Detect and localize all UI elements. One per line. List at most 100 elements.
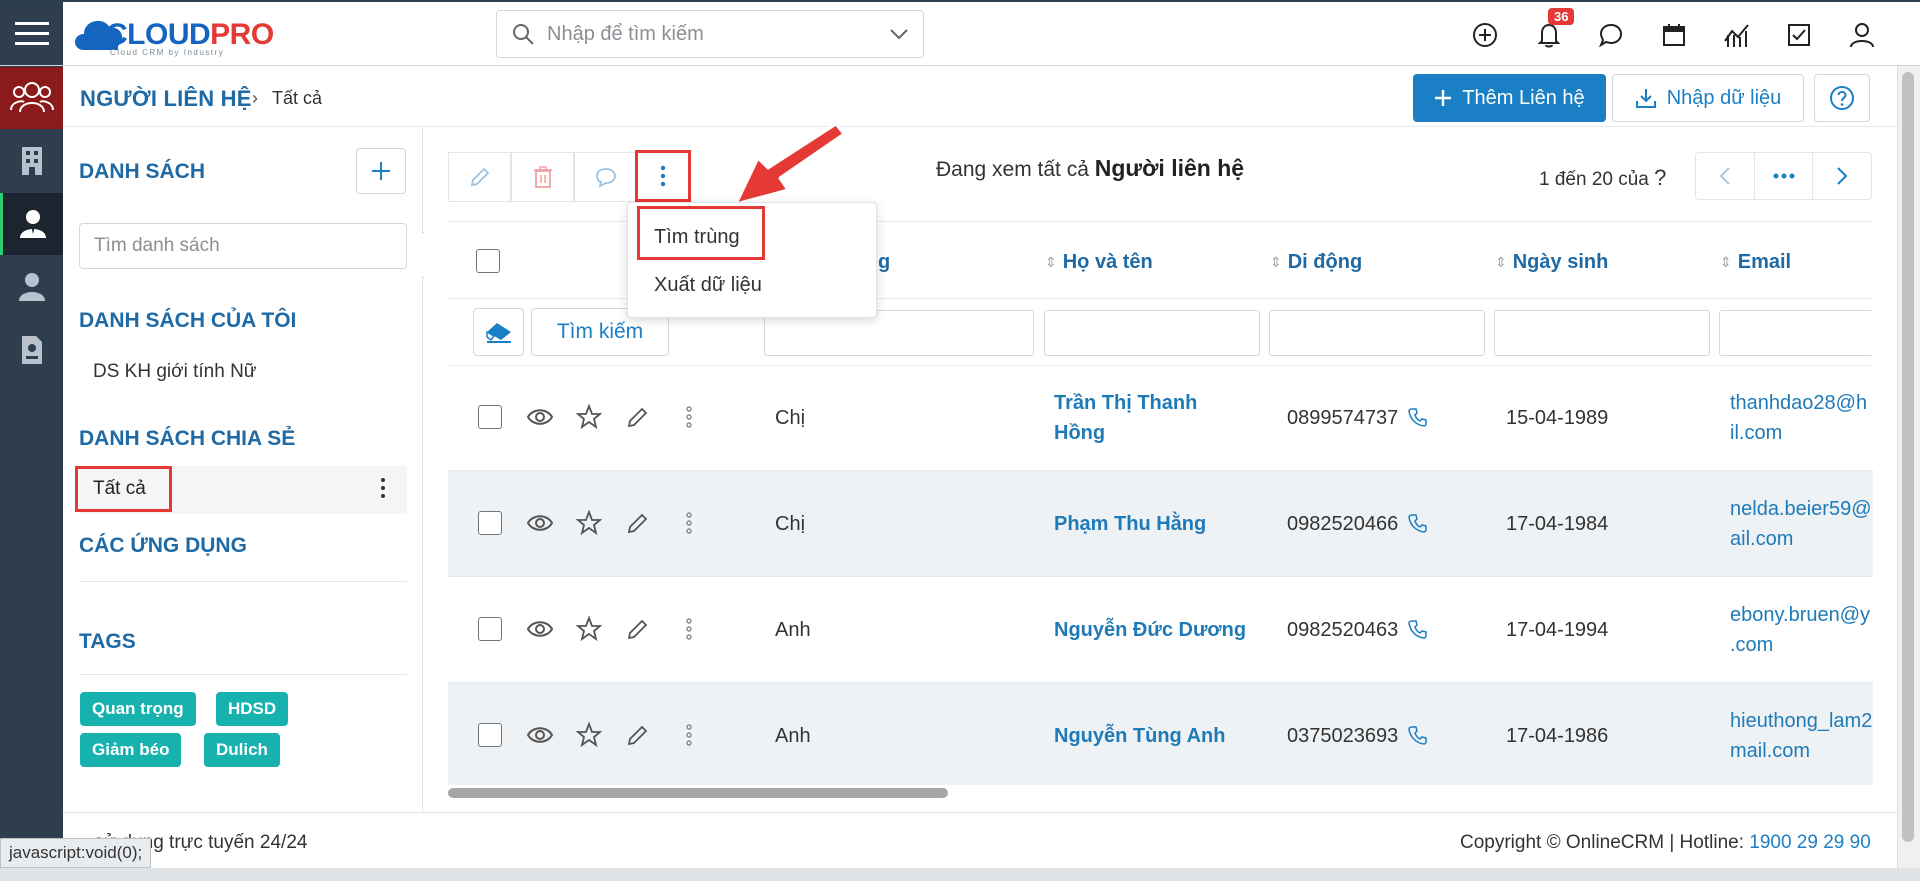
cell-mobile: 0375023693 [1287,725,1399,747]
row-checkbox[interactable] [478,723,502,747]
hamburger-menu-button[interactable] [0,2,63,65]
kebab-icon[interactable] [684,511,694,535]
cell-fullname[interactable]: Nguyễn Đức Dương [1054,615,1246,645]
filter-input-email[interactable] [1719,310,1873,356]
list-item-menu-button[interactable] [378,476,388,500]
filter-input-fullname[interactable] [1044,310,1260,356]
menu-item-find-duplicates[interactable]: Tìm trùng [654,226,740,249]
global-search-input[interactable] [547,22,889,46]
edit-button[interactable] [448,152,511,202]
hamburger-icon [14,21,49,45]
page-jump-button[interactable] [1755,153,1814,199]
tag-item[interactable]: Quan trọng [80,692,196,726]
rail-item-contacts-group[interactable] [0,67,63,129]
filter-input-birthday[interactable] [1494,310,1710,356]
kebab-icon[interactable] [684,405,694,429]
star-icon[interactable] [576,404,602,430]
prev-page-button[interactable] [1696,153,1755,199]
eye-icon[interactable] [526,724,554,746]
select-all-checkbox[interactable] [476,249,500,273]
column-header-email[interactable]: ⇕ Email [1720,251,1791,274]
star-icon[interactable] [576,616,602,642]
eye-icon[interactable] [526,406,554,428]
menu-item-export-data[interactable]: Xuất dữ liệu [654,274,762,297]
tag-item[interactable]: Dulich [204,733,280,767]
add-list-button[interactable] [356,148,406,194]
tag-item[interactable]: Giảm béo [80,733,182,767]
cell-birthday: 17-04-1984 [1506,513,1609,535]
cell-salutation: Anh [775,619,811,641]
phone-icon[interactable] [1408,619,1428,639]
chevron-right-icon [1837,167,1848,185]
calendar-button[interactable] [1657,18,1691,52]
star-icon[interactable] [576,722,602,748]
footer-copyright: Copyright © OnlineCRM | Hotline: 1900 29… [1460,832,1871,853]
clear-filter-button[interactable] [473,308,524,356]
rail-item-contacts[interactable] [0,193,63,255]
help-button[interactable] [1814,74,1870,122]
global-search[interactable] [496,10,924,58]
reports-button[interactable] [1720,18,1754,52]
rail-item-organizations[interactable] [0,130,63,192]
document-icon [21,336,42,364]
column-header-salutation[interactable]: g [878,251,890,274]
hotline-link[interactable]: 1900 29 29 90 [1749,832,1871,853]
cell-birthday: 17-04-1994 [1506,619,1609,641]
column-header-mobile[interactable]: ⇕ Di động [1270,251,1362,274]
cell-fullname[interactable]: Trần Thị Thanh Hồng [1054,388,1197,448]
horizontal-scrollbar-thumb[interactable] [448,788,948,798]
cell-fullname[interactable]: Nguyễn Tùng Anh [1054,721,1225,751]
cell-fullname[interactable]: Phạm Thu Hằng [1054,509,1206,539]
kebab-icon[interactable] [684,723,694,747]
add-circle-button[interactable] [1468,18,1502,52]
vertical-scrollbar-thumb[interactable] [1902,72,1914,842]
delete-button[interactable] [511,152,574,202]
row-checkbox[interactable] [478,617,502,641]
section-divider [79,581,407,582]
my-list-item[interactable]: DS KH giới tính Nữ [93,361,257,383]
tasks-button[interactable] [1782,18,1816,52]
phone-icon[interactable] [1408,407,1428,427]
more-actions-button[interactable] [635,150,691,202]
eye-icon[interactable] [526,618,554,640]
list-search-input[interactable] [79,223,407,269]
user-profile-button[interactable] [1845,18,1879,52]
shared-list-item-all[interactable]: Tất cả [93,478,146,500]
breadcrumb-module[interactable]: NGƯỜI LIÊN HỆ [80,86,252,112]
cell-mobile: 0982520463 [1287,619,1399,641]
rail-item-documents[interactable] [0,319,63,381]
pencil-icon[interactable] [626,511,650,535]
next-page-button[interactable] [1813,153,1871,199]
cell-mobile: 0899574737 [1287,407,1399,429]
chevron-left-icon [1719,167,1730,185]
kebab-icon[interactable] [684,617,694,641]
help-circle-icon [1830,86,1854,110]
pencil-icon[interactable] [626,405,650,429]
pencil-icon[interactable] [626,723,650,747]
import-data-button[interactable]: Nhập dữ liệu [1612,74,1804,122]
add-contact-button[interactable]: Thêm Liên hệ [1413,74,1606,122]
cell-email[interactable]: thanhdao28@h il.com [1730,388,1867,448]
pencil-icon[interactable] [626,617,650,641]
cell-salutation: Chị [775,513,806,535]
cell-birthday: 17-04-1986 [1506,725,1609,747]
eye-icon[interactable] [526,512,554,534]
comment-button[interactable] [574,152,637,202]
star-icon[interactable] [576,510,602,536]
row-checkbox[interactable] [478,511,502,535]
rail-item-leads[interactable] [0,256,63,318]
cell-email[interactable]: nelda.beier59@ ail.com [1730,494,1872,554]
cell-email[interactable]: ebony.bruen@y .com [1730,600,1870,660]
row-checkbox[interactable] [478,405,502,429]
search-icon [513,24,534,45]
column-header-birthday[interactable]: ⇕ Ngày sinh [1495,251,1608,274]
chevron-down-icon[interactable] [889,28,909,40]
column-header-fullname[interactable]: ⇕ Họ và tên [1045,251,1153,274]
cell-email[interactable]: hieuthong_lam2 mail.com [1730,706,1872,766]
cell-mobile: 0982520466 [1287,513,1399,535]
chat-button[interactable] [1594,18,1628,52]
tag-item[interactable]: HDSD [216,692,289,726]
phone-icon[interactable] [1408,513,1428,533]
filter-input-mobile[interactable] [1269,310,1485,356]
phone-icon[interactable] [1408,725,1428,745]
